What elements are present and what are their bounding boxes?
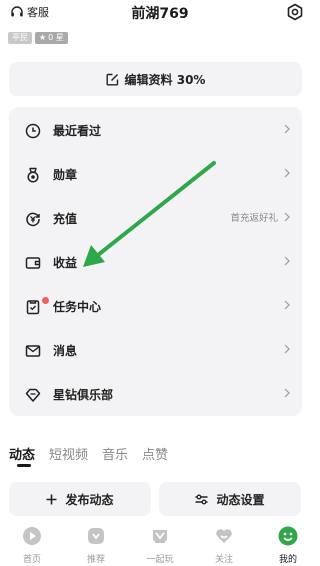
page-title: 前湖769 [131,6,189,22]
task-icon [26,300,40,315]
plus-icon [46,494,57,504]
chevron-right-icon [284,168,290,178]
menu-item-earnings[interactable]: 收益 [9,241,302,285]
menu-item-label: 最近看过 [53,124,102,138]
menu-item-star-diamond-club[interactable]: 星钻俱乐部 [9,373,302,417]
menu-item-label: 星钻俱乐部 [53,388,114,402]
menu-item-label: 任务中心 [53,300,102,314]
mail-icon [25,345,41,357]
chevron-right-icon [284,124,290,134]
tab-posts[interactable]: 动态 [9,444,35,467]
chevron-right-icon [284,388,290,398]
menu-item-messages[interactable]: 消息 [9,329,302,373]
menu-item-label: 勋章 [53,168,78,182]
chevron-right-icon [284,212,290,222]
post-settings-button[interactable]: 动态设置 [159,482,301,516]
menu-card: 最近看过 勋章 充值 首充返好礼 收益 任务中心 消息 星钻俱乐部 [9,107,302,416]
gamepad-icon [153,530,167,543]
medal-icon [27,167,39,183]
wallet-icon [25,257,41,269]
publish-post-button[interactable]: 发布动态 [9,482,151,516]
tab-likes[interactable]: 点赞 [142,444,168,463]
chevron-right-icon [284,344,290,354]
rank-badge: 平民 [8,32,32,44]
nav-follow[interactable]: 关注 [192,516,256,566]
tab-music[interactable]: 音乐 [102,444,128,463]
notification-dot [42,297,49,304]
menu-item-recent[interactable]: 最近看过 [9,109,302,153]
top-bar: 客服 前湖769 [0,0,320,26]
menu-item-label: 消息 [53,344,78,358]
nav-recommend[interactable]: 推荐 [64,516,128,566]
recharge-icon [26,212,40,227]
edit-profile-button[interactable]: 编辑资料 30% [9,62,302,96]
sliders-icon [195,494,208,504]
menu-item-label: 收益 [53,256,78,270]
content-tabs: 动态 短视频 音乐 点赞 [9,444,168,467]
diamond-icon [25,388,41,402]
menu-item-recharge[interactable]: 充值 首充返好礼 [9,197,302,241]
nav-play-together[interactable]: 一起玩 [128,516,192,566]
menu-item-task-center[interactable]: 任务中心 [9,285,302,329]
star-icon: ★ [39,33,47,42]
first-recharge-promo: 首充返好礼 [230,213,278,224]
nav-home[interactable]: 首页 [0,516,64,566]
gear-icon [287,3,303,21]
chevron-right-icon [284,256,290,266]
clock-icon [25,123,41,139]
star-badge: ★ 0 星 [35,32,68,44]
heart-icon [216,529,232,543]
settings-button[interactable] [286,3,304,25]
play-icon [23,527,41,545]
edit-profile-label: 编辑资料 30% [124,72,206,87]
user-badges: 平民 ★ 0 星 [8,32,68,44]
bottom-navigation: 首页 推荐 一起玩 关注 我的 [0,516,320,566]
menu-item-medal[interactable]: 勋章 [9,153,302,197]
edit-icon [106,73,118,85]
recommend-icon [88,528,104,544]
menu-item-label: 充值 [53,212,78,226]
nav-me[interactable]: 我的 [256,516,320,566]
chevron-right-icon [284,300,290,310]
tab-short-video[interactable]: 短视频 [49,444,88,463]
profile-icon [278,526,298,546]
